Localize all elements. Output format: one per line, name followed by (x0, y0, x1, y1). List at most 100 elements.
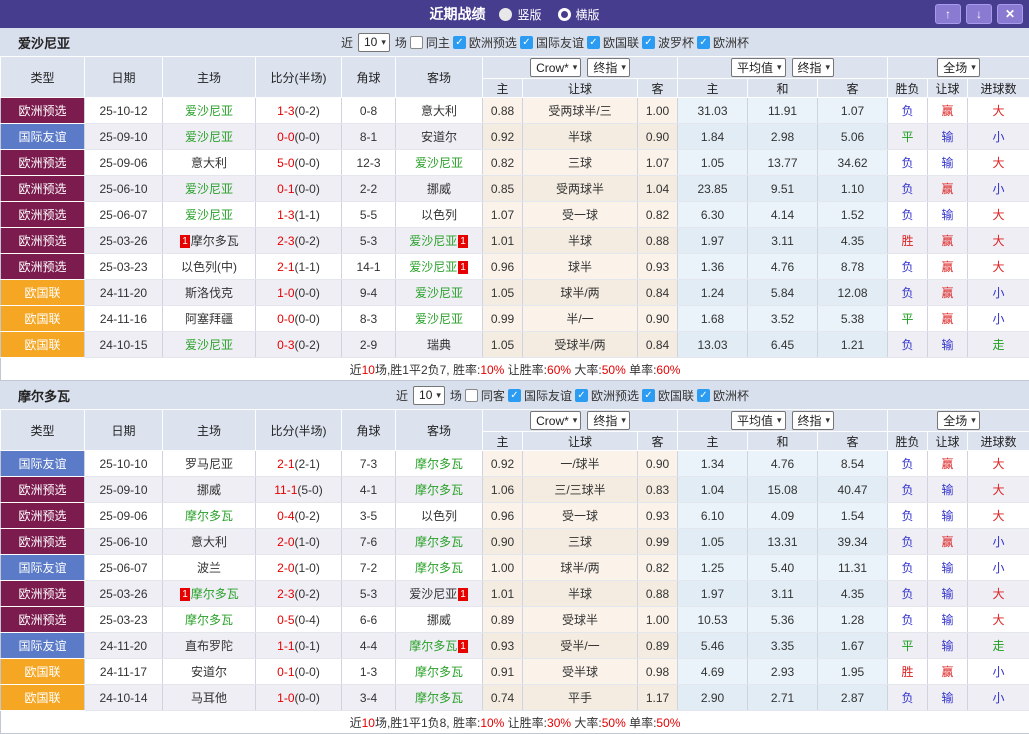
competition-checkbox[interactable]: ✓ (642, 36, 655, 49)
summary-row: 近10场,胜1平1负8, 胜率:10% 让胜率:30% 大率:50% 单率:50… (1, 711, 1029, 734)
result-handicap: 输 (928, 607, 968, 633)
match-date: 25-03-26 (85, 228, 163, 254)
full-time-score: 5-0 (277, 156, 294, 170)
result-goals: 小 (968, 659, 1029, 685)
match-date: 24-10-15 (85, 332, 163, 358)
full-time-score: 2-0 (277, 535, 294, 549)
away-odds: 0.84 (638, 280, 678, 306)
avg-away-odds: 1.28 (818, 607, 888, 633)
scope-select[interactable]: 全场▾ (937, 58, 980, 77)
result-goals: 走 (968, 633, 1029, 659)
competition-label: 欧洲预选 (469, 34, 517, 51)
radio-horizontal[interactable]: 横版 (558, 6, 600, 23)
move-up-button[interactable]: ↑ (935, 4, 961, 24)
recent-count-select[interactable]: 10▾ (358, 33, 390, 52)
competition-checkbox[interactable]: ✓ (697, 389, 710, 402)
avg-home-odds: 23.85 (678, 176, 748, 202)
sub-column-header: 胜负 (888, 79, 928, 98)
half-time-score: (5-0) (297, 483, 322, 497)
summary-segment: 让胜率: (504, 363, 547, 377)
match-row: 欧洲预选25-03-23以色列(中)2-1(1-1)14-1爱沙尼亚10.96球… (1, 254, 1029, 280)
home-team-name: 斯洛伐克 (185, 286, 233, 300)
dropdown-arrow-icon: ▾ (826, 62, 831, 73)
odds-company-select[interactable]: Crow*▾ (530, 58, 581, 77)
result-goals: 大 (968, 477, 1029, 503)
result-handicap: 输 (928, 685, 968, 711)
home-odds: 0.90 (483, 529, 523, 555)
result-outcome: 负 (888, 477, 928, 503)
recent-count-select[interactable]: 10▾ (413, 386, 445, 405)
title-bar: 近期战绩 竖版 横版 ↑ ↓ ✕ (0, 0, 1029, 28)
same-venue-checkbox[interactable] (410, 36, 423, 49)
avg-home-odds: 1.97 (678, 228, 748, 254)
match-date: 25-03-23 (85, 254, 163, 280)
titlebar-center: 近期战绩 竖版 横版 (429, 4, 599, 24)
avg-draw-odds: 2.71 (748, 685, 818, 711)
competition-checkbox[interactable]: ✓ (697, 36, 710, 49)
section-moldova: 摩尔多瓦近10▾场 同客✓国际友谊✓欧洲预选✓欧国联✓欧洲杯类型日期主场比分(半… (0, 381, 1029, 734)
home-team-cell: 以色列(中) (163, 254, 256, 280)
away-odds: 0.89 (638, 633, 678, 659)
match-type-cell: 欧洲预选 (1, 529, 85, 555)
handicap-line: 球半 (523, 254, 638, 280)
away-team-name: 摩尔多瓦 (415, 691, 463, 705)
away-odds: 0.90 (638, 306, 678, 332)
same-venue-label: 同客 (481, 387, 505, 404)
same-venue-checkbox[interactable] (465, 389, 478, 402)
home-team-name: 爱沙尼亚 (185, 208, 233, 222)
radio-selected-icon[interactable] (499, 8, 512, 21)
full-time-score: 2-3 (277, 234, 294, 248)
home-team-cell: 直布罗陀 (163, 633, 256, 659)
window-buttons: ↑ ↓ ✕ (935, 4, 1023, 24)
competition-checkbox[interactable]: ✓ (508, 389, 521, 402)
result-outcome: 负 (888, 280, 928, 306)
move-down-button[interactable]: ↓ (966, 4, 992, 24)
home-team-name: 波兰 (197, 561, 221, 575)
match-row: 国际友谊25-09-10爱沙尼亚0-0(0-0)8-1安道尔0.92半球0.90… (1, 124, 1029, 150)
avg-away-odds: 5.38 (818, 306, 888, 332)
summary-row: 近10场,胜1平2负7, 胜率:10% 让胜率:60% 大率:50% 单率:60… (1, 358, 1029, 381)
match-row: 欧洲预选25-09-06摩尔多瓦0-4(0-2)3-5以色列0.96受一球0.9… (1, 503, 1029, 529)
avg-type-select[interactable]: 平均值▾ (731, 58, 786, 77)
odds-stage-select[interactable]: 终指▾ (587, 58, 630, 77)
match-date: 25-10-10 (85, 451, 163, 477)
away-odds: 0.93 (638, 254, 678, 280)
corner-count: 4-1 (342, 477, 396, 503)
home-team-cell: 摩尔多瓦 (163, 607, 256, 633)
avg-stage-select[interactable]: 终指▾ (792, 58, 835, 77)
away-odds: 0.98 (638, 659, 678, 685)
summary-segment: 50% (602, 716, 626, 730)
avg-draw-odds: 4.14 (748, 202, 818, 228)
avg-away-odds: 40.47 (818, 477, 888, 503)
result-goals: 小 (968, 176, 1029, 202)
competition-checkbox[interactable]: ✓ (587, 36, 600, 49)
competition-checkbox[interactable]: ✓ (520, 36, 533, 49)
avg-stage-select[interactable]: 终指▾ (792, 411, 835, 430)
match-date: 24-10-14 (85, 685, 163, 711)
scope-select[interactable]: 全场▾ (937, 411, 980, 430)
away-team-name: 安道尔 (421, 130, 457, 144)
full-time-score: 0-1 (277, 182, 294, 196)
home-odds: 0.85 (483, 176, 523, 202)
radio-horizontal-label: 横版 (576, 6, 600, 23)
competition-checkbox[interactable]: ✓ (453, 36, 466, 49)
home-team-cell: 挪威 (163, 477, 256, 503)
home-team-cell: 马耳他 (163, 685, 256, 711)
radio-vertical[interactable]: 竖版 (499, 6, 541, 23)
layout-radio-group: 竖版 横版 (499, 6, 599, 23)
odds-stage-select[interactable]: 终指▾ (587, 411, 630, 430)
away-team-cell: 以色列 (396, 503, 483, 529)
avg-draw-odds: 3.11 (748, 228, 818, 254)
avg-type-select[interactable]: 平均值▾ (731, 411, 786, 430)
sub-column-header: 进球数 (968, 432, 1029, 451)
away-team-cell: 摩尔多瓦 (396, 529, 483, 555)
odds-company-select[interactable]: Crow*▾ (530, 411, 581, 430)
close-button[interactable]: ✕ (997, 4, 1023, 24)
home-odds: 0.89 (483, 607, 523, 633)
radio-unselected-icon[interactable] (558, 8, 571, 21)
competition-checkbox[interactable]: ✓ (575, 389, 588, 402)
same-venue-label: 同主 (426, 34, 450, 51)
competition-checkbox[interactable]: ✓ (642, 389, 655, 402)
home-odds: 0.96 (483, 254, 523, 280)
away-team-cell: 爱沙尼亚 (396, 306, 483, 332)
